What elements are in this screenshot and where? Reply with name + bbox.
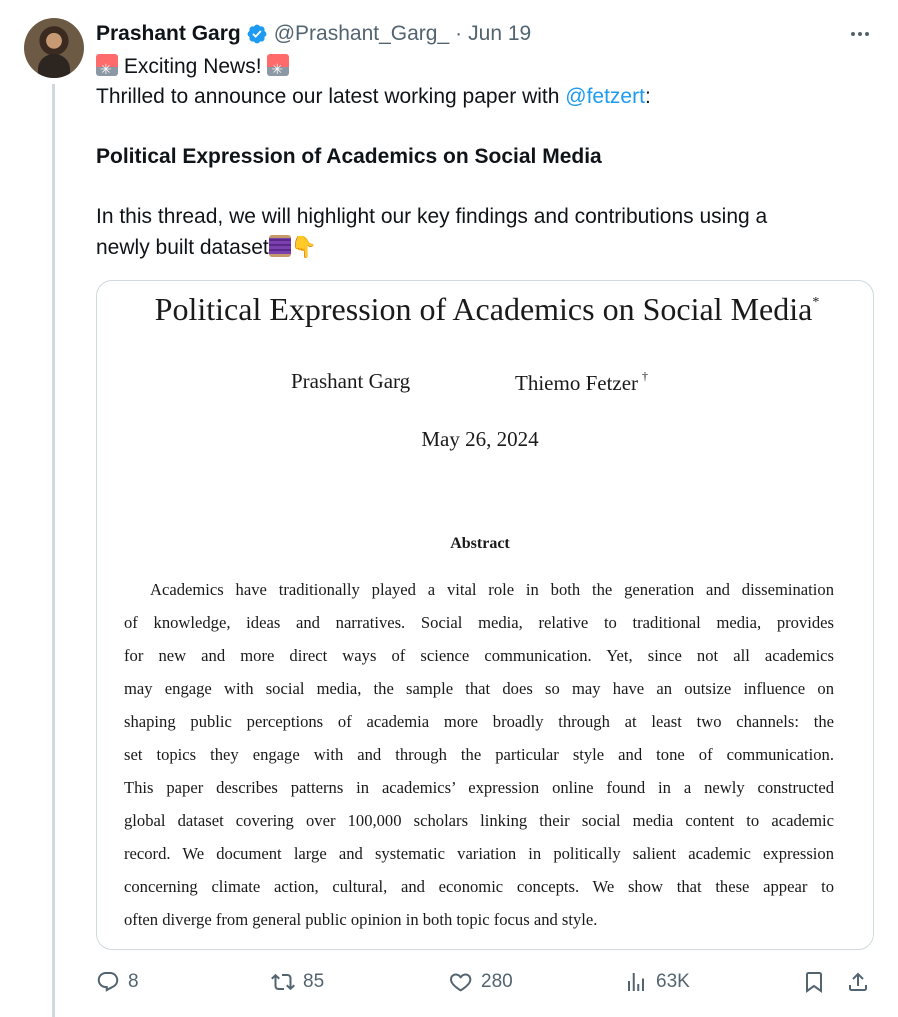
author-name[interactable]: Prashant Garg bbox=[96, 22, 241, 46]
tweet-line-announce: Thrilled to announce our latest working … bbox=[96, 82, 876, 112]
abstract-line: set topics they engage with and through … bbox=[124, 745, 834, 764]
views-button[interactable]: 63K bbox=[624, 970, 690, 994]
abstract-line: for new and more direct ways of science … bbox=[124, 646, 834, 665]
exciting-news-text: Exciting News! bbox=[118, 55, 268, 78]
share-icon bbox=[849, 972, 867, 991]
abstract-line: shaping public perceptions of academia m… bbox=[124, 712, 834, 731]
abstract-line: This paper describes patterns in academi… bbox=[124, 778, 834, 797]
paper-image[interactable]: Political Expression of Academics on Soc… bbox=[96, 280, 874, 950]
reply-button[interactable]: 8 bbox=[96, 970, 139, 994]
paper-author-2-name: Thiemo Fetzer bbox=[515, 371, 639, 395]
title-footnote-mark: * bbox=[812, 295, 820, 310]
paper-title-text: Political Expression of Academics on Soc… bbox=[154, 291, 813, 327]
like-button[interactable]: 280 bbox=[449, 970, 513, 994]
thread-emoji-icon bbox=[268, 235, 291, 257]
share-button[interactable] bbox=[846, 970, 870, 994]
tweet-text: Exciting News! Thrilled to announce our … bbox=[96, 52, 876, 263]
announce-suffix: : bbox=[644, 85, 651, 108]
reply-icon bbox=[97, 972, 119, 992]
abstract-line: often diverge from general public opinio… bbox=[124, 910, 598, 929]
abstract-line: global dataset covering over 100,000 sch… bbox=[124, 811, 834, 830]
paper-date: May 26, 2024 bbox=[421, 427, 539, 451]
abstract-line: concerning climate action, cultural, and… bbox=[124, 877, 834, 896]
more-icon[interactable] bbox=[848, 22, 872, 46]
siren-emoji-icon bbox=[267, 54, 290, 84]
views-icon bbox=[628, 973, 644, 991]
thread-text-line2: newly built dataset 👇 bbox=[96, 232, 876, 263]
announce-text: Thrilled to announce our latest working … bbox=[96, 85, 566, 108]
abstract-line: Academics have traditionally played a vi… bbox=[150, 580, 834, 599]
views-count: 63K bbox=[656, 971, 690, 992]
action-bar: 8 85 280 63K bbox=[96, 970, 876, 1002]
siren-emoji-icon bbox=[96, 54, 118, 84]
abstract-body: Academics have traditionally played a vi… bbox=[124, 573, 834, 936]
tweet-header: Prashant Garg @Prashant_Garg_ · Jun 19 bbox=[96, 20, 531, 48]
tweet-line-exciting: Exciting News! bbox=[96, 52, 876, 84]
abstract-line: may engage with social media, the sample… bbox=[124, 679, 834, 698]
repost-count: 85 bbox=[303, 971, 325, 992]
heart-icon bbox=[450, 973, 472, 992]
thread-line bbox=[52, 84, 55, 1017]
reply-count: 8 bbox=[128, 971, 139, 992]
tweet-date[interactable]: Jun 19 bbox=[468, 22, 531, 46]
paper-author-2: Thiemo Fetzer † bbox=[515, 369, 648, 396]
abstract-line: record. We document large and systematic… bbox=[124, 844, 834, 863]
thread-text-dataset: newly built dataset bbox=[96, 236, 269, 259]
paper-title: Political Expression of Academics on Soc… bbox=[107, 291, 867, 328]
paper-title-line: Political Expression of Academics on Soc… bbox=[96, 145, 602, 168]
pointing-down-emoji-icon: 👇 bbox=[290, 235, 317, 259]
author-handle[interactable]: @Prashant_Garg_ bbox=[274, 22, 449, 46]
author-footnote-mark: † bbox=[642, 369, 649, 383]
like-count: 280 bbox=[481, 971, 513, 992]
verified-badge-icon bbox=[247, 24, 267, 44]
repost-button[interactable]: 85 bbox=[271, 970, 324, 994]
repost-icon bbox=[271, 973, 295, 991]
bookmark-button[interactable] bbox=[802, 970, 826, 994]
mention-link[interactable]: @fetzert bbox=[565, 85, 645, 108]
separator-dot: · bbox=[455, 22, 463, 45]
thread-text-line1: In this thread, we will highlight our ke… bbox=[96, 205, 768, 228]
avatar[interactable] bbox=[24, 18, 84, 78]
abstract-line: of knowledge, ideas and narratives. Soci… bbox=[124, 613, 834, 632]
abstract-heading: Abstract bbox=[450, 535, 510, 552]
bookmark-icon bbox=[806, 972, 822, 993]
paper-author-1: Prashant Garg bbox=[291, 369, 411, 393]
